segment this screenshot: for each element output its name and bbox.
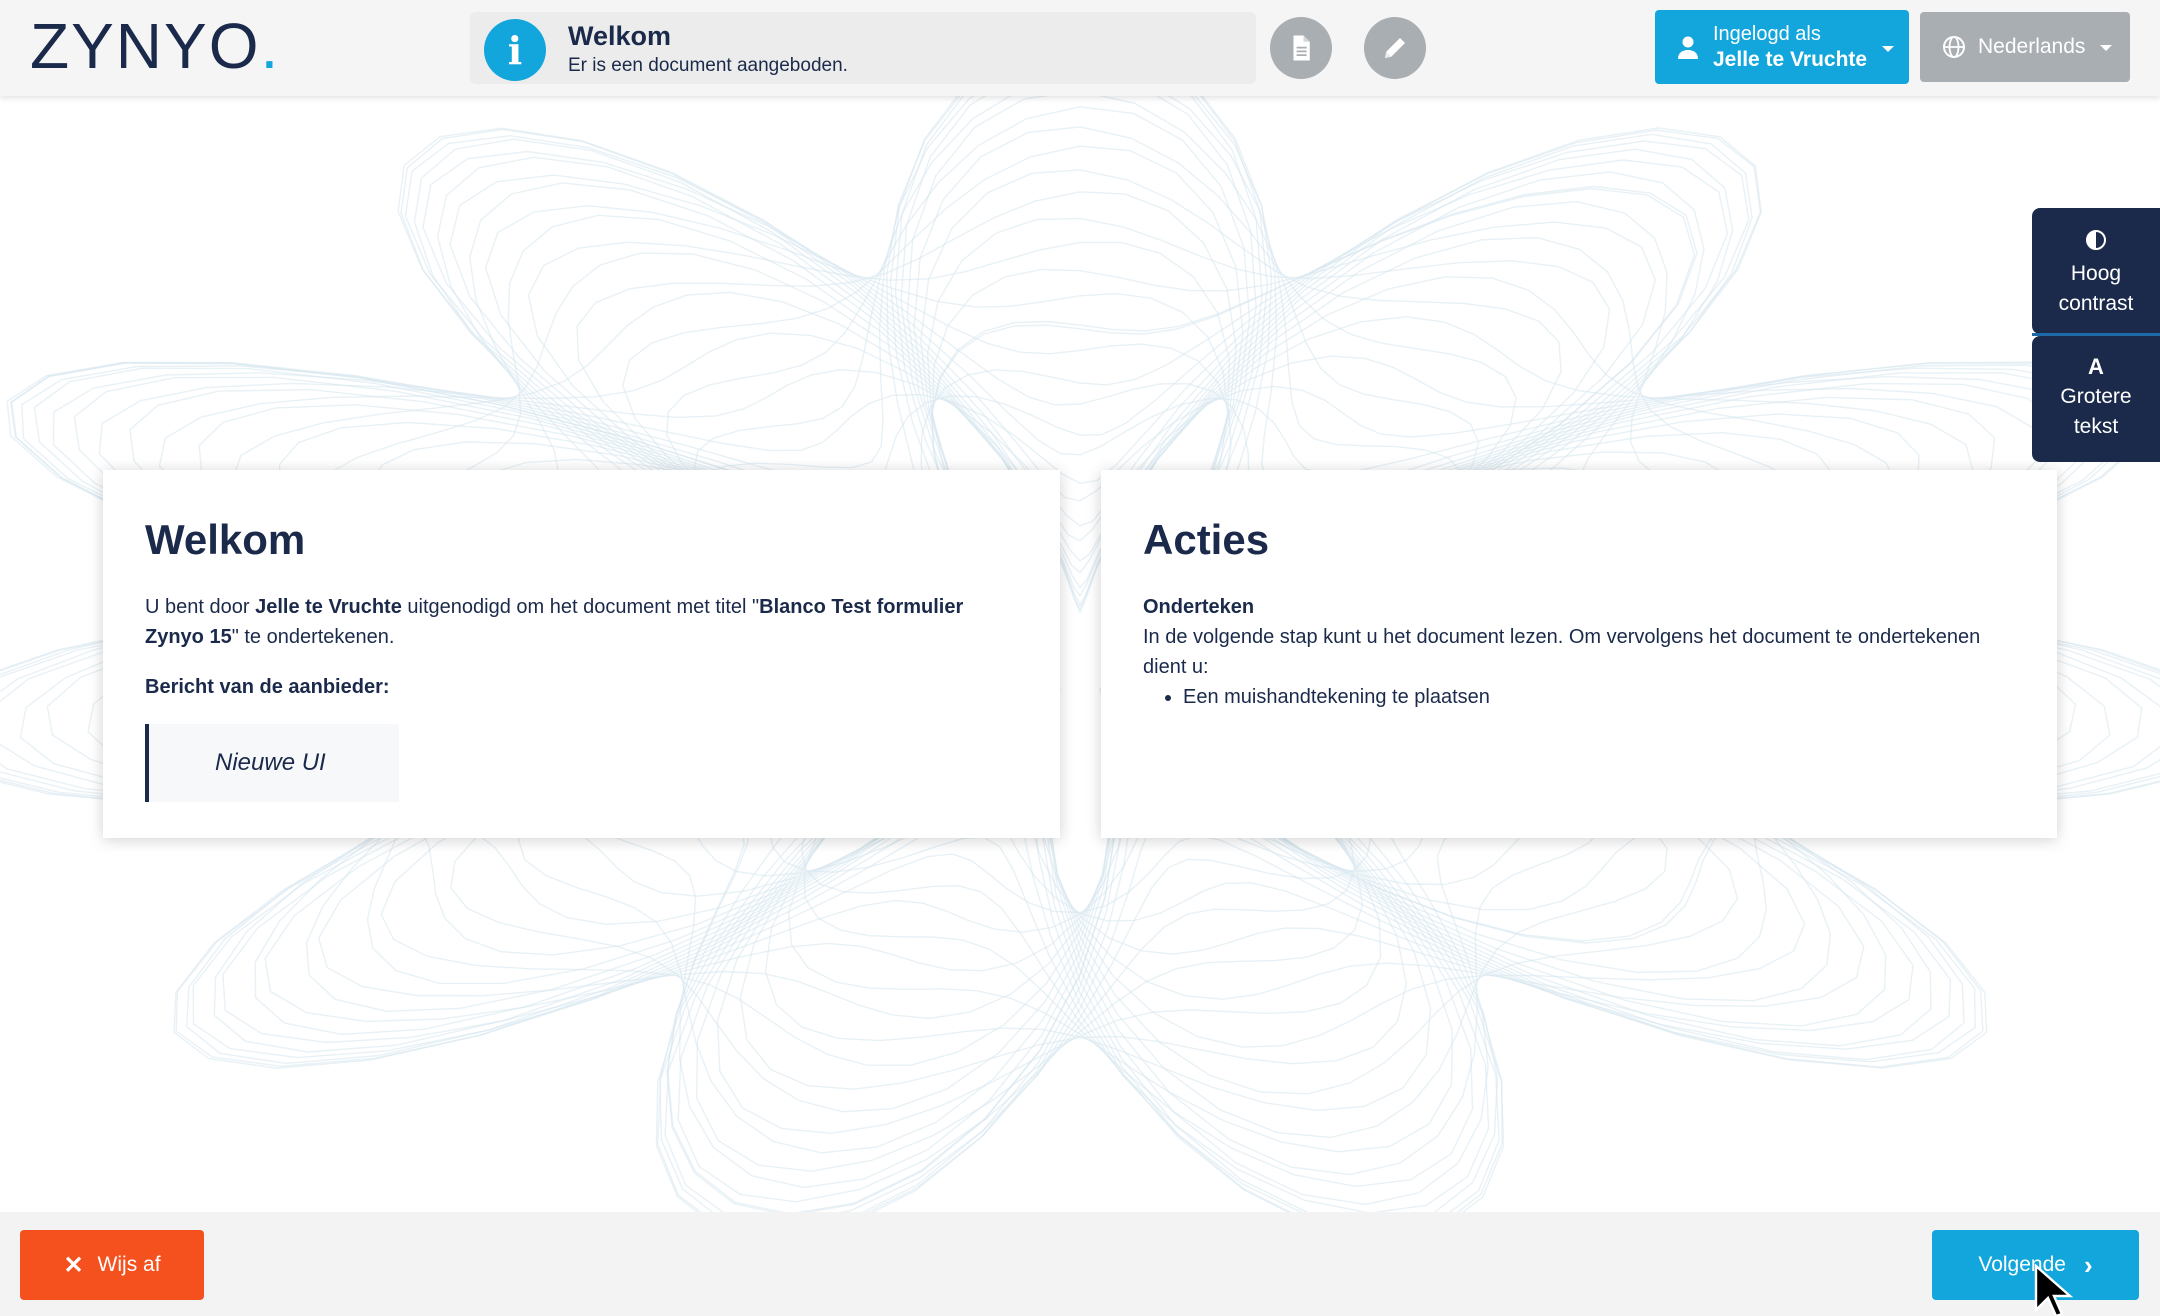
user-name: Jelle te Vruchte: [1713, 48, 1868, 71]
high-contrast-label-1: Hoog: [2070, 262, 2122, 285]
larger-text-label-1: Grotere: [2060, 385, 2132, 408]
notification-banner: i Welkom Er is een document aangeboden.: [470, 12, 1256, 84]
chevron-down-icon: [1882, 46, 1894, 52]
contrast-icon: [2086, 230, 2106, 250]
header: ZYNYO. i Welkom Er is een document aange…: [0, 0, 2160, 96]
actions-card: Acties Onderteken In de volgende stap ku…: [1101, 470, 2057, 838]
footer-bar: ✕ Wijs af Volgende ›: [0, 1212, 2160, 1316]
close-icon: ✕: [63, 1251, 84, 1279]
notification-subtitle: Er is een document aangeboden.: [568, 55, 848, 76]
chevron-right-icon: ›: [2083, 1249, 2093, 1280]
document-icon: [1293, 35, 1310, 61]
inviter-name: Jelle te Vruchte: [255, 596, 402, 618]
user-icon: [1678, 36, 1698, 59]
user-menu-button[interactable]: Ingelogd als Jelle te Vruchte: [1655, 10, 1909, 84]
language-select[interactable]: Nederlands: [1920, 12, 2130, 82]
sign-button[interactable]: [1364, 17, 1426, 79]
actions-body: Onderteken In de volgende stap kunt u he…: [1143, 592, 2017, 712]
welcome-card: Welkom U bent door Jelle te Vruchte uitg…: [103, 470, 1060, 838]
text-size-icon: A: [2088, 354, 2104, 379]
chevron-down-icon: [2100, 45, 2112, 51]
actions-heading: Acties: [1143, 516, 1270, 563]
reject-label: Wijs af: [97, 1253, 161, 1276]
welcome-intro: U bent door Jelle te Vruchte uitgenodigd…: [145, 596, 964, 648]
document-button[interactable]: [1270, 17, 1332, 79]
logged-in-label: Ingelogd als: [1713, 23, 1821, 45]
welcome-heading: Welkom: [145, 516, 306, 563]
action-step-title: Onderteken: [1143, 596, 1255, 618]
welcome-body: U bent door Jelle te Vruchte uitgenodigd…: [145, 592, 1020, 802]
pencil-icon: [1385, 38, 1405, 58]
high-contrast-label-2: contrast: [2058, 292, 2134, 315]
larger-text-label-2: tekst: [2073, 415, 2119, 438]
globe-icon: [1943, 36, 1965, 58]
notification-title: Welkom: [568, 21, 672, 51]
mouse-cursor-icon: [2034, 1264, 2074, 1316]
list-item: Een muishandtekening te plaatsen: [1183, 682, 2017, 712]
larger-text-button[interactable]: A Grotere tekst: [2032, 336, 2160, 462]
action-step-text: In de volgende stap kunt u het document …: [1143, 626, 1981, 678]
action-requirements-list: Een muishandtekening te plaatsen: [1183, 682, 2017, 712]
provider-message: Nieuwe UI: [145, 724, 399, 802]
zynyo-logo: ZYNYO.: [30, 10, 281, 82]
language-label: Nederlands: [1978, 35, 2086, 58]
reject-button[interactable]: ✕ Wijs af: [20, 1230, 204, 1300]
side-separator: [2032, 333, 2160, 336]
high-contrast-button[interactable]: Hoog contrast: [2032, 208, 2160, 334]
info-icon: i: [484, 19, 546, 81]
message-label: Bericht van de aanbieder:: [145, 676, 390, 698]
